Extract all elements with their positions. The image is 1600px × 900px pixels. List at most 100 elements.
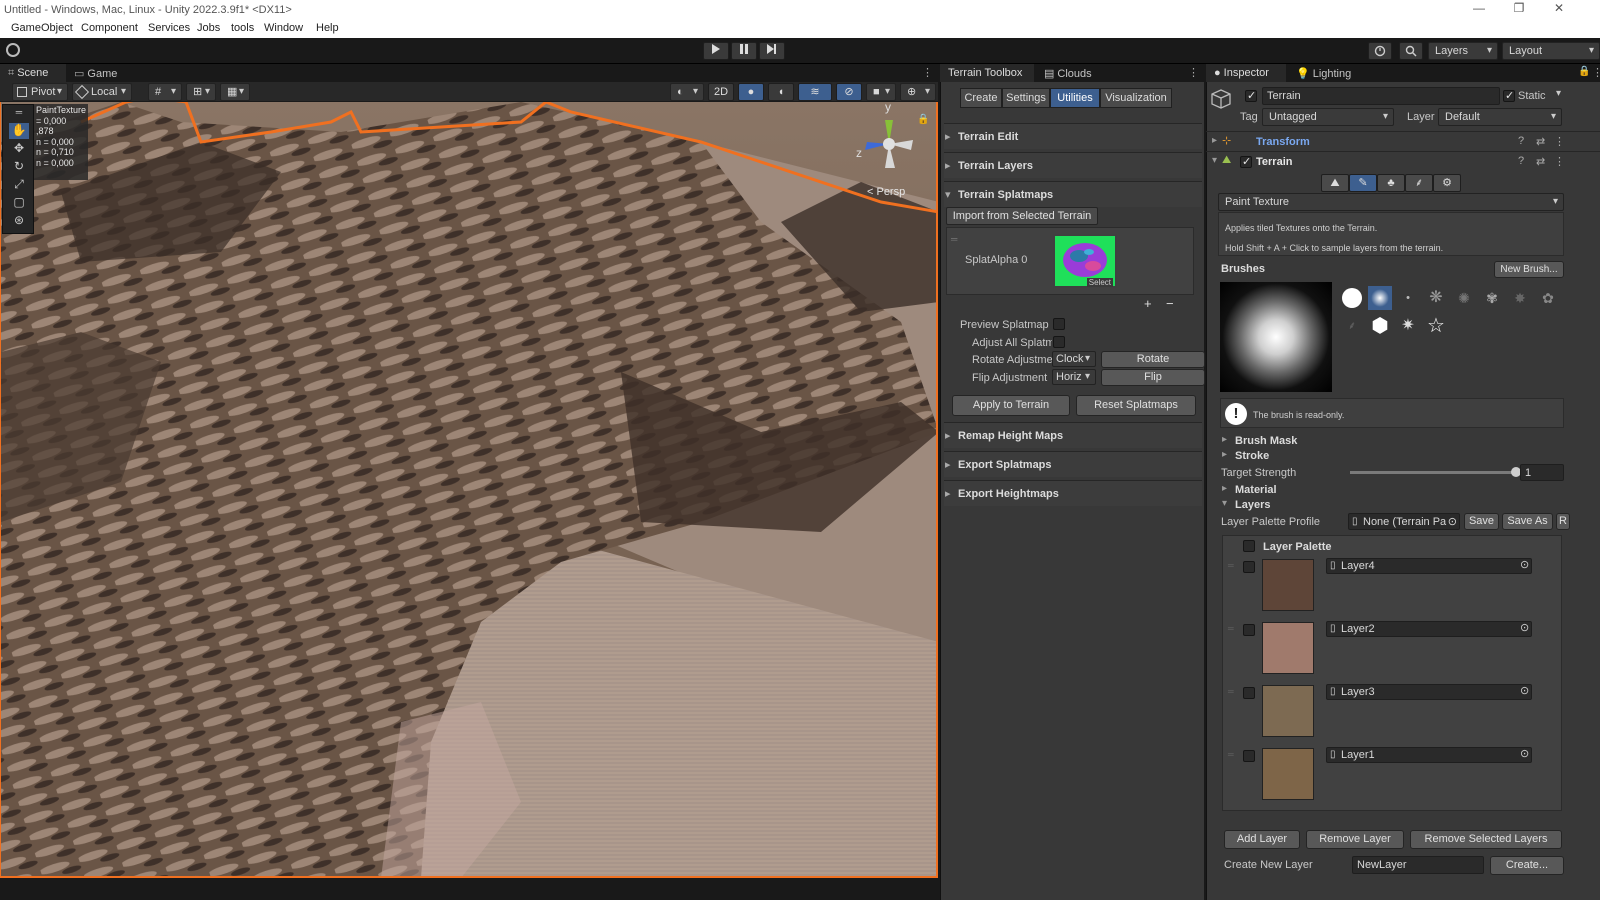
add-layer-button[interactable]: Add Layer <box>1224 830 1300 849</box>
scene-viewport[interactable]: y z 🔒 < Persp <box>0 102 938 878</box>
tag-dropdown[interactable]: Untagged <box>1262 108 1394 126</box>
layer-checkbox[interactable] <box>1243 687 1255 699</box>
raise-lower-terrain-button[interactable]: ⛰ <box>1321 174 1349 192</box>
layers-dropdown[interactable]: Layers <box>1428 42 1498 60</box>
brush-splatter[interactable]: ✾ <box>1480 286 1504 310</box>
toggle-2d-button[interactable]: 2D <box>708 83 734 101</box>
segment-visualization[interactable]: Visualization <box>1100 88 1172 108</box>
lock-icon[interactable]: 🔒 <box>917 114 929 125</box>
remove-selected-layers-button[interactable]: Remove Selected Layers <box>1410 830 1562 849</box>
drag-handle-icon[interactable]: ═ <box>1228 687 1234 696</box>
adjust-all-checkbox[interactable] <box>1053 336 1065 348</box>
drag-handle-icon[interactable]: ═ <box>951 234 957 244</box>
paint-texture-tool-button[interactable]: ✎ <box>1349 174 1377 192</box>
layer-dropdown[interactable]: Default <box>1438 108 1562 126</box>
brush-burst[interactable]: ✷ <box>1396 314 1420 338</box>
target-strength-field[interactable]: 1 <box>1520 464 1564 481</box>
static-checkbox[interactable] <box>1503 89 1515 102</box>
target-strength-slider[interactable] <box>1350 467 1521 477</box>
brush-small-soft[interactable]: • <box>1396 286 1420 310</box>
object-picker-icon[interactable]: ⊙ <box>1520 621 1529 634</box>
static-dropdown-icon[interactable]: ▾ <box>1556 88 1561 99</box>
shading-mode-dropdown[interactable]: ◐ <box>670 83 704 101</box>
rotate-button[interactable]: Rotate <box>1101 351 1205 368</box>
snap-increment-dropdown[interactable]: ⊞ <box>186 83 216 101</box>
object-picker-icon[interactable]: ⊙ <box>1448 514 1457 529</box>
grid-snap-dropdown[interactable]: # <box>148 83 182 101</box>
remove-splat-button[interactable]: − <box>1166 296 1174 311</box>
brush-circle-soft[interactable] <box>1368 286 1392 310</box>
scale-tool-icon[interactable]: ⤢ <box>9 177 29 193</box>
persp-label[interactable]: < Persp <box>867 186 905 198</box>
trees-tool-button[interactable]: ♣ <box>1377 174 1405 192</box>
tab-scene[interactable]: ⌗ Scene <box>0 64 66 82</box>
drag-handle-icon[interactable]: ═ <box>1228 624 1234 633</box>
play-button[interactable] <box>703 42 729 60</box>
brush-mask-foldout[interactable]: Brush Mask <box>1235 435 1297 447</box>
orientation-gizmo[interactable] <box>855 110 925 180</box>
select-all-checkbox[interactable] <box>1243 540 1255 552</box>
segment-create[interactable]: Create <box>960 88 1002 108</box>
layer-object-field[interactable]: ▯ Layer2 <box>1326 621 1532 637</box>
object-picker-icon[interactable]: ⊙ <box>1520 747 1529 760</box>
component-menu-icon[interactable]: ⋮ <box>1554 155 1565 168</box>
grid-visibility-dropdown[interactable]: ▦ <box>220 83 250 101</box>
brush-scatter[interactable]: ✿ <box>1536 286 1560 310</box>
menu-help[interactable]: Help <box>316 22 339 34</box>
layer-row[interactable]: ═ ▯ Layer4 ⊙ <box>1224 557 1560 619</box>
drag-handle-icon[interactable]: ═ <box>1228 561 1234 570</box>
drag-handle-icon[interactable]: ═ <box>1228 750 1234 759</box>
layer-row[interactable]: ═ ▯ Layer2 ⊙ <box>1224 620 1560 682</box>
menu-jobs[interactable]: Jobs <box>197 22 220 34</box>
transform-component-header[interactable]: ▸ ⊹ Transform ? ⇄ ⋮ <box>1206 131 1600 151</box>
brush-noise[interactable]: ✺ <box>1452 286 1476 310</box>
settings-icon[interactable]: ⇄ <box>1536 135 1545 148</box>
gizmos-dropdown[interactable]: ⊕ <box>900 83 936 101</box>
layout-dropdown[interactable]: Layout <box>1502 42 1600 60</box>
layer-checkbox[interactable] <box>1243 561 1255 573</box>
refresh-profile-button[interactable]: R <box>1556 513 1570 530</box>
move-tool-icon[interactable]: ✥ <box>9 141 29 157</box>
save-profile-button[interactable]: Save <box>1464 513 1499 530</box>
hand-tool-icon[interactable]: ✋ <box>9 123 29 139</box>
import-from-terrain-button[interactable]: Import from Selected Terrain <box>946 207 1098 225</box>
details-tool-button[interactable]: ⸙ <box>1405 174 1433 192</box>
pivot-dropdown[interactable]: Pivot <box>12 83 68 101</box>
effects-dropdown[interactable]: ≋ <box>798 83 832 101</box>
account-icon[interactable] <box>6 43 20 57</box>
segment-settings[interactable]: Settings <box>1002 88 1050 108</box>
restore-button[interactable]: ❐ <box>1504 1 1534 19</box>
scene-menu-icon[interactable]: ⋮ <box>922 66 933 79</box>
tab-game[interactable]: ▭ Game <box>66 64 132 82</box>
tab-clouds[interactable]: ▤ Clouds <box>1036 64 1106 82</box>
search-button[interactable] <box>1399 42 1423 60</box>
terrain-component-header[interactable]: ▾ ⛰ Terrain ? ⇄ ⋮ <box>1206 151 1600 171</box>
layer-object-field[interactable]: ▯ Layer1 <box>1326 747 1532 763</box>
object-picker-icon[interactable]: ⊙ <box>1520 558 1529 571</box>
menu-window[interactable]: Window <box>264 22 303 34</box>
camera-dropdown[interactable]: ■ <box>866 83 896 101</box>
component-menu-icon[interactable]: ⋮ <box>1554 135 1565 148</box>
step-button[interactable] <box>759 42 785 60</box>
flip-button[interactable]: Flip <box>1101 369 1205 386</box>
stroke-foldout[interactable]: Stroke <box>1235 450 1269 462</box>
layer-object-field[interactable]: ▯ Layer4 <box>1326 558 1532 574</box>
object-name-field[interactable]: Terrain <box>1262 87 1500 105</box>
local-dropdown[interactable]: Local <box>72 83 132 101</box>
new-brush-button[interactable]: New Brush... <box>1494 261 1564 278</box>
brush-cloud[interactable]: ❋ <box>1424 286 1448 310</box>
menu-tools[interactable]: tools <box>231 22 254 34</box>
brush-hexagon[interactable]: ⬢ <box>1368 314 1392 338</box>
select-label[interactable]: Select <box>1086 278 1113 287</box>
menu-component[interactable]: Component <box>81 22 138 34</box>
section-export-heightmaps[interactable]: Export Heightmaps <box>944 480 1202 506</box>
section-terrain-layers[interactable]: Terrain Layers <box>944 152 1202 178</box>
flip-direction-dropdown[interactable]: Horiz <box>1052 369 1096 385</box>
active-checkbox[interactable] <box>1245 89 1257 102</box>
history-button[interactable] <box>1368 42 1392 60</box>
tab-lighting[interactable]: 💡 Lighting <box>1288 64 1364 82</box>
menu-services[interactable]: Services <box>148 22 190 34</box>
brush-grass[interactable]: ⸙ <box>1340 314 1364 338</box>
section-export-splatmaps[interactable]: Export Splatmaps <box>944 451 1202 477</box>
layers-foldout[interactable]: Layers <box>1235 499 1270 511</box>
